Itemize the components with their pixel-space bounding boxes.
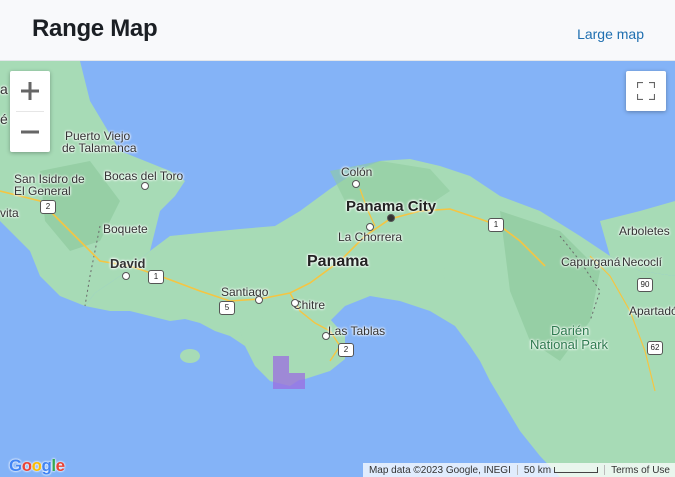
map-label: Bocas del Toro — [104, 169, 184, 183]
route-shield: 62 — [647, 341, 663, 355]
range-map[interactable]: a é Puerto Viejo de Talamanca San Isidro… — [0, 61, 675, 477]
zoom-control — [10, 71, 50, 152]
route-shield: 90 — [637, 278, 653, 292]
scale-label[interactable]: 50 km — [523, 464, 599, 476]
footer-divider — [516, 465, 518, 475]
range-cell — [273, 356, 289, 389]
map-label: Boquete — [103, 222, 148, 236]
land-coiba-island — [180, 349, 200, 363]
plus-icon — [21, 82, 39, 100]
terms-link[interactable]: Terms of Use — [611, 465, 670, 476]
footer-divider — [604, 465, 606, 475]
map-label: vita — [0, 206, 19, 220]
land-pearl-islands — [443, 266, 453, 280]
minus-icon — [21, 130, 39, 134]
route-shield: 5 — [219, 301, 235, 315]
city-dot — [352, 180, 360, 188]
city-dot — [366, 223, 374, 231]
city-dot — [141, 182, 149, 190]
city-dot — [255, 296, 263, 304]
city-dot — [122, 272, 130, 280]
city-dot — [322, 332, 330, 340]
zoom-in-button[interactable] — [10, 71, 50, 111]
scale-bar — [554, 466, 599, 473]
page-header: Range Map Large map — [0, 0, 675, 61]
scale-text: 50 km — [523, 464, 552, 476]
map-label: David — [110, 256, 146, 271]
fullscreen-button[interactable] — [626, 71, 666, 111]
city-dot — [291, 299, 299, 307]
map-label: Necoclí — [622, 255, 663, 269]
zoom-out-button[interactable] — [10, 112, 50, 152]
page-title: Range Map — [32, 15, 158, 42]
map-label: National Park — [530, 337, 609, 352]
map-label: de Talamanca — [62, 141, 137, 155]
route-shield: 2 — [338, 343, 354, 357]
map-data-text: Map data ©2023 Google, INEGI — [368, 464, 511, 476]
map-label: a — [0, 81, 8, 97]
map-label: El General — [14, 184, 71, 198]
route-shield: 2 — [40, 200, 56, 214]
map-label: Capurganá — [561, 255, 621, 269]
map-attribution: Map data ©2023 Google, INEGI 50 km Terms… — [362, 463, 675, 477]
route-shield: 1 — [488, 218, 504, 232]
range-cell — [289, 373, 305, 389]
fullscreen-icon — [637, 82, 655, 100]
map-label: é — [0, 111, 8, 127]
map-label: Las Tablas — [328, 324, 386, 338]
map-label: Arboletes — [619, 224, 670, 238]
city-dot — [387, 214, 395, 222]
route-shield: 1 — [148, 270, 164, 284]
map-label: Panama City — [346, 198, 437, 215]
map-label: Apartadó — [629, 304, 675, 318]
google-logo[interactable]: Google — [9, 456, 65, 476]
large-map-link[interactable]: Large map — [577, 26, 644, 42]
map-label: La Chorrera — [338, 230, 403, 244]
map-label: Colón — [341, 165, 373, 179]
map-label: Darién — [551, 323, 590, 338]
map-label: Panama — [307, 253, 369, 270]
